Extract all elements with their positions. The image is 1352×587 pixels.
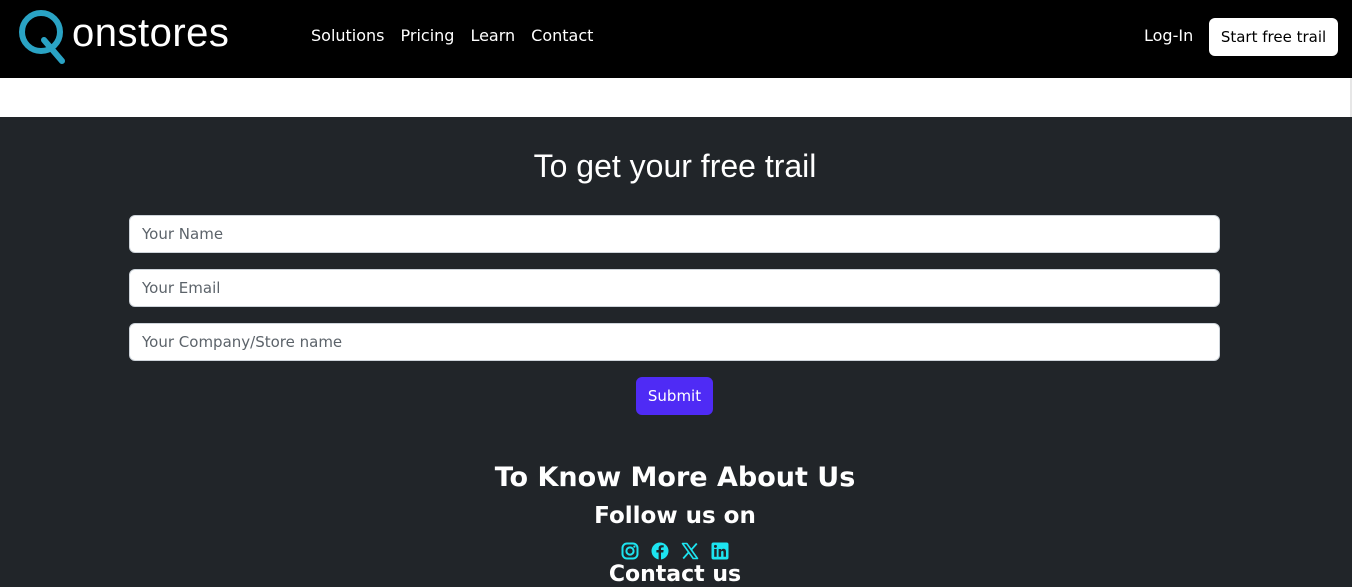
facebook-icon[interactable] [651,542,669,560]
social-links [621,542,729,560]
top-navbar: onstores Solutions Pricing Learn Contact… [0,0,1352,78]
linkedin-icon[interactable] [711,542,729,560]
instagram-icon[interactable] [621,542,639,560]
q-logo-icon [19,10,65,64]
x-twitter-icon[interactable] [681,542,699,560]
nav-pricing[interactable]: Pricing [401,26,455,45]
main-nav: Solutions Pricing Learn Contact [311,26,593,45]
brand-name: onstores [72,10,230,55]
nav-learn[interactable]: Learn [470,26,515,45]
contact-heading-cutoff: Contact us [608,562,742,587]
submit-button[interactable]: Submit [636,377,713,415]
follow-heading: Follow us on [594,503,756,529]
email-input[interactable] [129,269,1220,307]
form-title: To get your free trail [533,148,817,184]
company-input[interactable] [129,323,1220,361]
white-spacer [0,78,1352,117]
nav-contact[interactable]: Contact [531,26,593,45]
about-heading: To Know More About Us [494,462,856,493]
brand-logo[interactable]: onstores [18,10,229,64]
nav-solutions[interactable]: Solutions [311,26,385,45]
name-input[interactable] [129,215,1220,253]
start-free-trial-button[interactable]: Start free trail [1209,18,1338,56]
login-link[interactable]: Log-In [1144,26,1193,45]
